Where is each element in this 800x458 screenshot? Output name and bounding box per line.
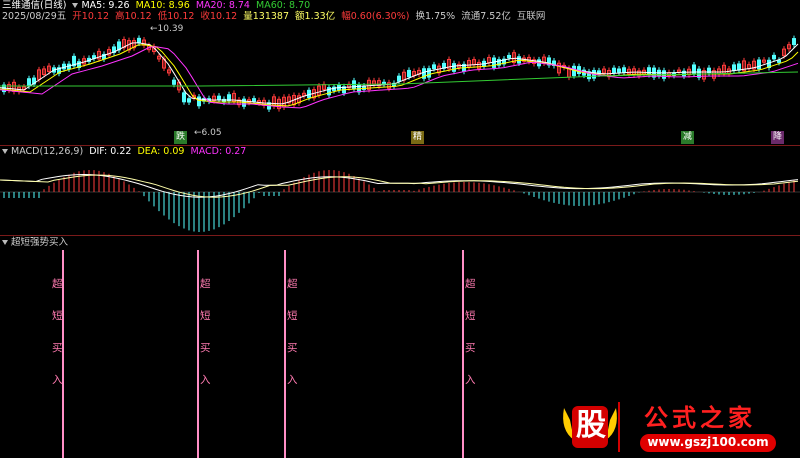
candle-body [452, 63, 456, 72]
candle-body [612, 67, 616, 74]
candle-body [772, 54, 776, 60]
buy-signal-char: 短 [52, 310, 63, 322]
buy-signal-char: 买 [52, 342, 63, 354]
kline-pane[interactable]: 三维通信(日线) MA5: 9.26 MA10: 8.96 MA20: 8.74… [0, 0, 800, 145]
candle-body [252, 98, 256, 102]
signal-badge: 跌 [174, 131, 188, 144]
candle-body [172, 79, 176, 85]
buy-signal-text: 超短买入 [287, 276, 298, 404]
candle-body [432, 64, 436, 70]
candle-body [397, 75, 401, 82]
date-label: 2025/08/29五 [2, 11, 67, 22]
candle-body [732, 64, 736, 71]
candle-body [27, 78, 31, 87]
candle-body [757, 59, 761, 70]
buy-signal-line [284, 250, 286, 458]
candle-body [182, 92, 186, 103]
buy-signal-char: 买 [200, 342, 211, 354]
buy-signal-char: 超 [200, 278, 211, 290]
buy-signal-char: 买 [465, 342, 476, 354]
candle-body [617, 68, 621, 73]
candle-body [197, 96, 201, 107]
buy-signal-line [62, 250, 64, 458]
macd-pane[interactable]: MACD(12,26,9) DIF: 0.22 DEA: 0.09 MACD: … [0, 146, 800, 235]
buy-signal-char: 短 [465, 310, 476, 322]
buy-signal-char: 超 [52, 278, 63, 290]
ma5-value: MA5: 9.26 [81, 0, 130, 11]
ma60-value: MA60: 8.70 [256, 0, 311, 11]
high-price: 高10.12 [115, 11, 152, 22]
logo-big-char: 股 [576, 408, 606, 443]
buy-signal-char: 入 [52, 374, 63, 386]
candle-body [647, 67, 651, 76]
buy-signal-char: 买 [287, 342, 298, 354]
candle-body [492, 57, 496, 68]
volume-value: 量131387 [243, 11, 289, 22]
buy-signal-char: 入 [287, 374, 298, 386]
buy-signal-char: 入 [200, 374, 211, 386]
buy-signal-text: 超短买入 [465, 276, 476, 404]
macd-legend: MACD(12,26,9) DIF: 0.22 DEA: 0.09 MACD: … [2, 146, 249, 158]
buy-signal-char: 超 [287, 278, 298, 290]
logo-name: 公式之家 [644, 404, 756, 432]
signal-badge: 降 [771, 131, 785, 144]
open-price: 开10.12 [72, 11, 109, 22]
signal-badge: 精 [411, 131, 425, 144]
candle-body [217, 95, 221, 100]
quote-bar: 2025/08/29五 开10.12 高10.12 低10.12 收10.12 … [2, 11, 548, 23]
high-price-label: ←10.39 [150, 24, 184, 34]
dif-value: DIF: 0.22 [89, 146, 132, 157]
ma20-value: MA20: 8.74 [195, 0, 250, 11]
turnover-value: 换1.75% [415, 11, 456, 22]
close-price: 收10.12 [200, 11, 238, 22]
dea-value: DEA: 0.09 [137, 146, 185, 157]
logo-url: www.gszj100.com [647, 435, 769, 449]
buy-signal-char: 短 [200, 310, 211, 322]
candle-body [777, 59, 781, 63]
candle-body [427, 68, 431, 78]
low-price-label: ←6.05 [194, 128, 222, 138]
candle-body [622, 67, 626, 73]
candle-body [517, 56, 521, 64]
buy-signal-line [462, 250, 464, 458]
candle-body [792, 38, 796, 46]
amount-value: 额1.33亿 [295, 11, 336, 22]
buy-signal-text: 超短买入 [200, 276, 211, 404]
candle-body [407, 69, 411, 78]
buy-signal-line [197, 250, 199, 458]
low-price: 低10.12 [157, 11, 195, 22]
candle-body [187, 98, 191, 103]
buy-signal-char: 短 [287, 310, 298, 322]
stock-name: 三维通信(日线) [2, 0, 67, 11]
buy-signal-char: 入 [465, 374, 476, 386]
buy-signal-text: 超短买入 [52, 276, 63, 404]
candle-body [507, 54, 511, 59]
macd-value: MACD: 0.27 [190, 146, 247, 157]
dropdown-icon[interactable] [2, 149, 8, 154]
sector-value: 互联网 [516, 11, 546, 22]
float-value: 流通7.52亿 [461, 11, 511, 22]
macd-title: MACD(12,26,9) [11, 146, 84, 157]
macd-chart[interactable] [0, 146, 800, 235]
candle-body [737, 63, 741, 71]
change-value: 幅0.60(6.30%) [341, 11, 410, 22]
watermark-logo: 股 公式之家 www.gszj100.com [560, 400, 780, 454]
signal-title: 超短强势买入 [11, 237, 69, 248]
buy-signal-char: 超 [465, 278, 476, 290]
dropdown-icon[interactable] [2, 240, 8, 245]
signal-badge: 减 [681, 131, 695, 144]
dropdown-icon[interactable] [72, 3, 79, 8]
macd-line [0, 173, 799, 198]
ma10-value: MA10: 8.96 [135, 0, 190, 11]
signal-legend: 超短强势买入 [2, 237, 71, 249]
